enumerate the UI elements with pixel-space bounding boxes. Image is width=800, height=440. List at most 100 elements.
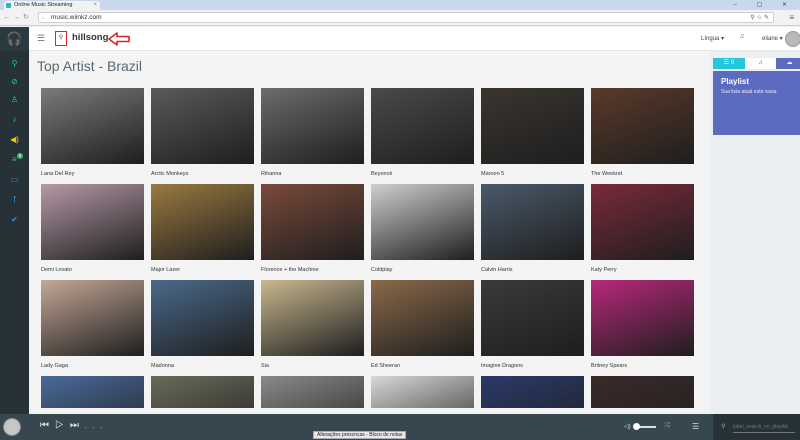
artist-image[interactable] xyxy=(481,280,584,356)
artist-image[interactable] xyxy=(151,280,254,356)
artist-card[interactable] xyxy=(41,376,144,408)
artist-name[interactable]: Lana Del Rey xyxy=(41,171,144,177)
artist-card[interactable]: Maroon 5 xyxy=(481,88,584,177)
artist-card[interactable]: Rihanna xyxy=(261,88,364,177)
facebook-icon[interactable]: f xyxy=(0,193,29,207)
artist-card[interactable] xyxy=(261,376,364,408)
artist-image[interactable] xyxy=(591,184,694,260)
artist-name[interactable]: Florence + the Machine xyxy=(261,267,364,273)
artist-name[interactable]: Ed Sheeran xyxy=(371,363,474,369)
artist-card[interactable]: Lana Del Rey xyxy=(41,88,144,177)
page-info-icon[interactable]: ▫ xyxy=(42,14,44,24)
artist-image[interactable] xyxy=(41,280,144,356)
artist-name[interactable]: Calvin Harris xyxy=(481,267,584,273)
menu-toggle-icon[interactable]: ☰ xyxy=(37,33,45,43)
music-nav-icon[interactable]: ♪ xyxy=(0,113,29,127)
address-bar[interactable]: ▫ music.wiinkz.com ⚲☆✎ xyxy=(38,12,774,23)
artist-card[interactable]: Imagine Dragons xyxy=(481,280,584,369)
artist-image[interactable] xyxy=(261,184,364,260)
artists-nav-icon[interactable]: ♙ xyxy=(0,93,29,107)
artist-image[interactable] xyxy=(481,88,584,164)
artist-name[interactable]: Demi Lovato xyxy=(41,267,144,273)
reload-icon[interactable]: ↻ xyxy=(23,14,32,21)
artist-card[interactable] xyxy=(591,376,694,408)
window-controls[interactable]: – ▢ ✕ xyxy=(734,0,796,10)
artist-image[interactable] xyxy=(371,184,474,260)
back-icon[interactable]: ← xyxy=(3,14,13,21)
artist-image[interactable] xyxy=(371,376,474,408)
artist-card[interactable]: Florence + the Machine xyxy=(261,184,364,273)
artist-name[interactable]: Britney Spears xyxy=(591,363,694,369)
headphones-logo-icon[interactable]: 🎧 xyxy=(0,27,29,51)
artist-image[interactable] xyxy=(481,184,584,260)
artist-image[interactable] xyxy=(261,280,364,356)
playlists-nav-icon[interactable]: ≡ 6 xyxy=(0,153,29,167)
tab-music[interactable]: ♫ xyxy=(745,58,776,69)
search-icon[interactable]: ⚲ xyxy=(55,31,67,46)
artist-name[interactable]: Katy Perry xyxy=(591,267,694,273)
artist-card[interactable] xyxy=(481,376,584,408)
artist-image[interactable] xyxy=(41,88,144,164)
bell-icon[interactable]: ♫ xyxy=(739,33,744,40)
volume-icon[interactable]: ◁) xyxy=(624,423,631,430)
artist-image[interactable] xyxy=(591,376,694,408)
artist-card[interactable]: The Weeknd xyxy=(591,88,694,177)
forward-icon[interactable]: → xyxy=(13,14,23,21)
artist-image[interactable] xyxy=(371,280,474,356)
artist-name[interactable]: Madonna xyxy=(151,363,254,369)
artist-card[interactable] xyxy=(371,376,474,408)
tab-cloud[interactable]: ☁ xyxy=(776,58,800,69)
artist-image[interactable] xyxy=(41,184,144,260)
next-icon[interactable]: ⏭ xyxy=(70,420,85,431)
artist-card[interactable]: Arctic Monkeys xyxy=(151,88,254,177)
artist-name[interactable]: Rihanna xyxy=(261,171,364,177)
artist-image[interactable] xyxy=(261,88,364,164)
artist-card[interactable]: Demi Lovato xyxy=(41,184,144,273)
artist-name[interactable]: Sia xyxy=(261,363,364,369)
avatar[interactable] xyxy=(785,31,800,47)
queue-icon[interactable]: ☰ xyxy=(692,422,699,431)
artist-card[interactable]: Madonna xyxy=(151,280,254,369)
shuffle-icon[interactable]: ⤮ xyxy=(664,422,670,430)
artist-image[interactable] xyxy=(151,376,254,408)
artist-name[interactable]: Beyoncé xyxy=(371,171,474,177)
artist-image[interactable] xyxy=(41,376,144,408)
search-nav-icon[interactable]: ⚲ xyxy=(0,57,29,71)
playlist-search-input[interactable] xyxy=(733,422,795,432)
artist-name[interactable]: Arctic Monkeys xyxy=(151,171,254,177)
artist-name[interactable]: The Weeknd xyxy=(591,171,694,177)
browser-tab[interactable]: Online Music Streaming × xyxy=(4,1,100,10)
artist-card[interactable]: Calvin Harris xyxy=(481,184,584,273)
artist-card[interactable]: Beyoncé xyxy=(371,88,474,177)
twitter-icon[interactable]: ✔ xyxy=(0,213,29,227)
volume-knob[interactable] xyxy=(633,423,640,430)
artist-card[interactable]: Major Lazer xyxy=(151,184,254,273)
discover-nav-icon[interactable]: ⊘ xyxy=(0,75,29,89)
user-menu[interactable]: eliane ▾ xyxy=(762,35,783,42)
artist-image[interactable] xyxy=(591,280,694,356)
play-icon[interactable]: ▷ xyxy=(55,420,70,431)
search-query[interactable]: hillsong xyxy=(72,32,108,44)
radio-nav-icon[interactable]: ◀) xyxy=(0,133,29,147)
artist-card[interactable]: Katy Perry xyxy=(591,184,694,273)
artist-image[interactable] xyxy=(371,88,474,164)
artist-image[interactable] xyxy=(481,376,584,408)
tab-queue[interactable]: ☰ 0 xyxy=(713,58,745,69)
artist-card[interactable]: Coldplay xyxy=(371,184,474,273)
artist-image[interactable] xyxy=(261,376,364,408)
artist-card[interactable]: Britney Spears xyxy=(591,280,694,369)
artist-card[interactable] xyxy=(151,376,254,408)
address-bar-icons[interactable]: ⚲☆✎ xyxy=(750,13,771,23)
browser-menu-icon[interactable]: ≡ xyxy=(789,13,794,23)
artist-name[interactable]: Major Lazer xyxy=(151,267,254,273)
artist-name[interactable]: Lady Gaga xyxy=(41,363,144,369)
prev-icon[interactable]: ⏮ xyxy=(40,420,55,431)
folder-nav-icon[interactable]: ▭ xyxy=(0,173,29,187)
artist-name[interactable]: Coldplay xyxy=(371,267,474,273)
artist-card[interactable]: Lady Gaga xyxy=(41,280,144,369)
nav-buttons[interactable]: ←→↻ xyxy=(3,13,32,23)
language-dropdown[interactable]: Língua ▾ xyxy=(701,35,724,42)
artist-image[interactable] xyxy=(591,88,694,164)
artist-image[interactable] xyxy=(151,184,254,260)
artist-name[interactable]: Maroon 5 xyxy=(481,171,584,177)
